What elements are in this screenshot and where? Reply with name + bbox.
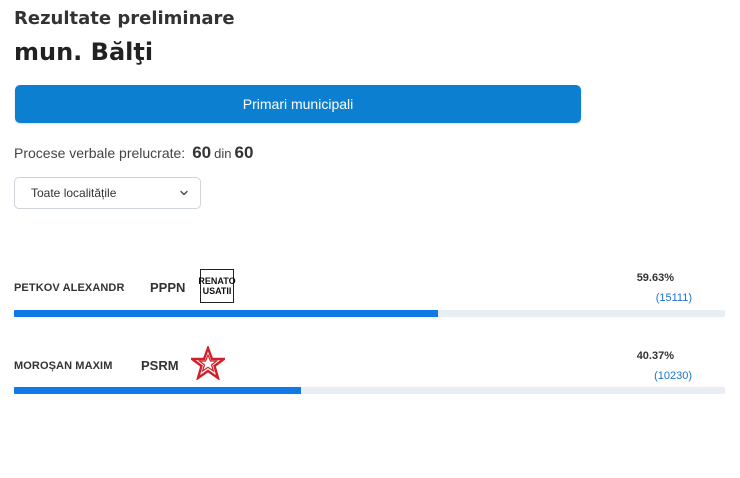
logo-line-2: USATII [202, 286, 232, 296]
protocols-separator: din [214, 146, 232, 161]
results-page: Rezultate preliminare mun. Bălţi Primari… [0, 0, 740, 478]
candidate-votes: (15111) [655, 292, 692, 304]
candidate-name: MOROȘAN MAXIM [14, 360, 113, 372]
renato-usatii-logo: RENATO USATII [198, 269, 236, 303]
candidate-row: MOROȘAN MAXIM PSRM 40.37% (10230) [14, 344, 726, 398]
chevron-down-icon [180, 190, 188, 196]
page-title: mun. Bălţi [14, 38, 154, 66]
result-bar-track [14, 387, 725, 394]
candidate-party: PPPN [150, 280, 186, 295]
protocols-processed-count: 60 [192, 143, 212, 162]
protocols-label: Procese verbale prelucrate: [14, 145, 186, 161]
result-bar-fill [14, 310, 438, 317]
municipal-mayors-button[interactable]: Primari municipali [15, 85, 581, 123]
protocols-total-count: 60 [234, 143, 254, 162]
locality-select-value: Toate localitățile [31, 186, 117, 200]
candidate-percent: 59.63% [636, 272, 674, 284]
protocols-status: Procese verbale prelucrate: 60 din 60 [14, 143, 253, 163]
candidate-name: PETKOV ALEXANDR [14, 282, 125, 294]
psrm-star-icon [191, 346, 225, 380]
result-bar-fill [14, 387, 302, 394]
candidate-party: PSRM [141, 358, 179, 373]
candidate-votes: (10230) [654, 370, 692, 382]
candidate-row: PETKOV ALEXANDR PPPN RENATO USATII 59.63… [14, 266, 726, 320]
logo-line-1: RENATO [198, 276, 236, 286]
candidate-percent: 40.37% [636, 350, 674, 362]
page-subtitle: Rezultate preliminare [14, 8, 235, 29]
result-bar-track [14, 310, 725, 317]
locality-select[interactable]: Toate localitățile [14, 177, 201, 209]
